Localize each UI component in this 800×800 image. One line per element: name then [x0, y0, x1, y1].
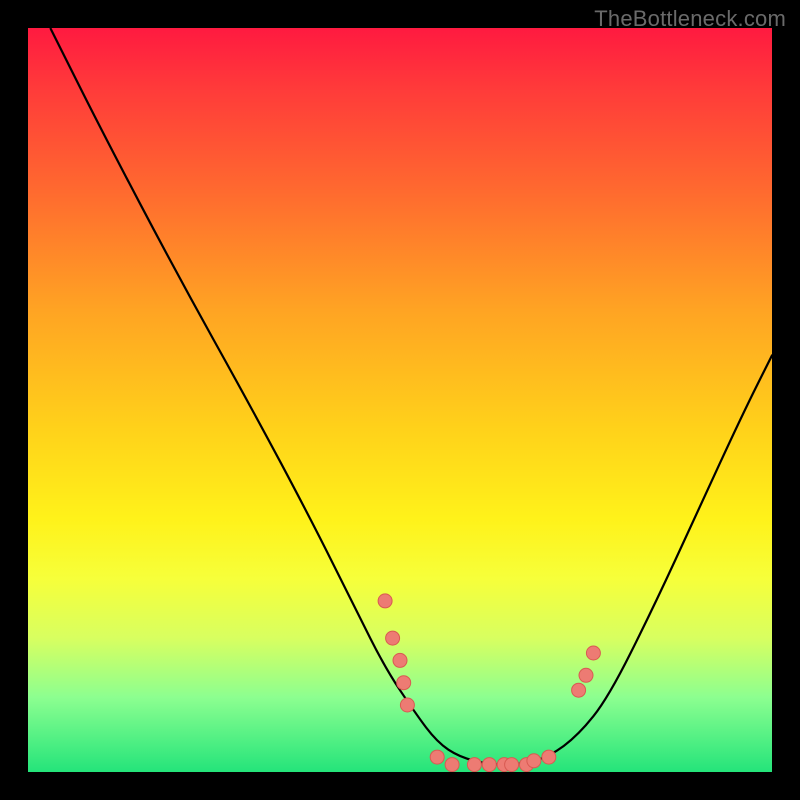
- data-point: [572, 683, 586, 697]
- data-point: [393, 653, 407, 667]
- data-point: [542, 750, 556, 764]
- data-point: [397, 676, 411, 690]
- data-point: [386, 631, 400, 645]
- data-point: [586, 646, 600, 660]
- data-point: [400, 698, 414, 712]
- data-point: [378, 594, 392, 608]
- data-point: [467, 758, 481, 772]
- bottleneck-curve-chart: [28, 28, 772, 772]
- data-point: [482, 758, 496, 772]
- watermark-label: TheBottleneck.com: [594, 6, 786, 32]
- chart-plot-area: [28, 28, 772, 772]
- data-point: [430, 750, 444, 764]
- bottleneck-curve: [50, 28, 772, 765]
- data-point: [579, 668, 593, 682]
- data-points-group: [378, 594, 600, 772]
- data-point: [505, 758, 519, 772]
- data-point: [527, 754, 541, 768]
- data-point: [445, 758, 459, 772]
